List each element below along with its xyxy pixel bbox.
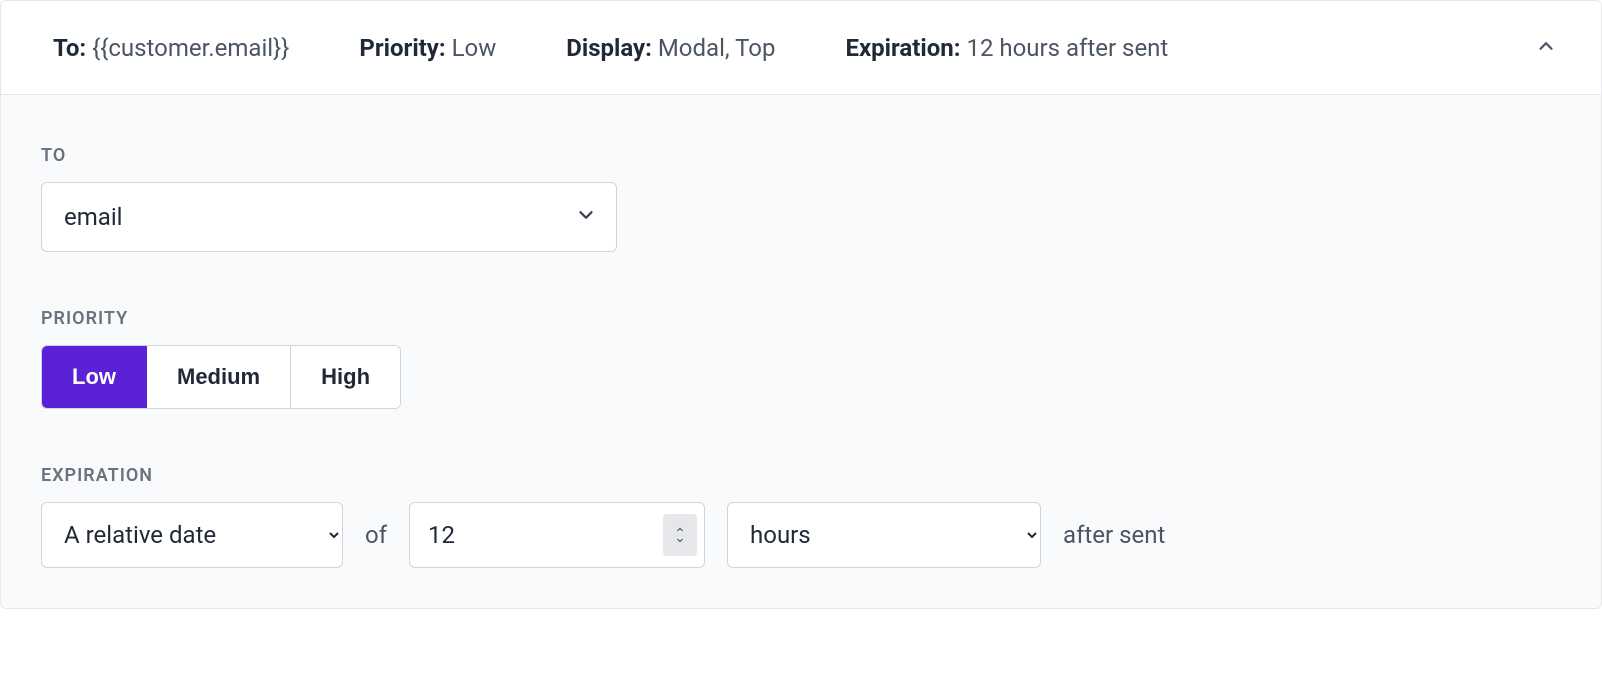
expiration-amount-wrap	[409, 502, 705, 568]
priority-option-medium[interactable]: Medium	[147, 346, 291, 408]
chevron-up-icon	[1535, 35, 1557, 60]
summary-display: Display: Modal, Top	[566, 34, 775, 62]
priority-segmented-control: Low Medium High	[41, 345, 401, 409]
expiration-type-select[interactable]: A relative date	[41, 502, 343, 568]
summary-to-value: {{customer.email}}	[92, 34, 289, 62]
to-select-value: email	[64, 203, 123, 231]
summary-priority: Priority: Low	[359, 34, 496, 62]
expiration-suffix-text: after sent	[1063, 521, 1165, 549]
priority-field-group: PRIORITY Low Medium High	[41, 308, 1561, 409]
summary-display-label: Display:	[566, 34, 652, 62]
summary-priority-label: Priority:	[359, 34, 445, 62]
expiration-label: EXPIRATION	[41, 465, 1561, 486]
expiration-field-group: EXPIRATION A relative date of hours afte…	[41, 465, 1561, 568]
summary-expiration-value: 12 hours after sent	[966, 34, 1168, 62]
to-select[interactable]: email	[41, 182, 617, 252]
summary-to-label: To:	[53, 34, 86, 62]
message-config-panel: To: {{customer.email}} Priority: Low Dis…	[0, 0, 1602, 609]
config-body: TO email PRIORITY Low Medium High EXPIRA…	[1, 95, 1601, 608]
summary-to: To: {{customer.email}}	[53, 34, 289, 62]
to-field-group: TO email	[41, 145, 1561, 252]
summary-expiration-label: Expiration:	[845, 34, 960, 62]
to-label: TO	[41, 145, 1561, 166]
expiration-unit-select[interactable]: hours	[727, 502, 1041, 568]
expiration-row: A relative date of hours after sent	[41, 502, 1561, 568]
expiration-of-text: of	[365, 521, 387, 549]
summary-display-value: Modal, Top	[658, 34, 776, 62]
priority-option-high[interactable]: High	[291, 346, 400, 408]
collapse-toggle[interactable]	[1529, 29, 1563, 66]
summary-priority-value: Low	[452, 34, 497, 62]
summary-header[interactable]: To: {{customer.email}} Priority: Low Dis…	[1, 1, 1601, 95]
summary-expiration: Expiration: 12 hours after sent	[845, 34, 1168, 62]
priority-option-low[interactable]: Low	[42, 346, 147, 408]
to-select-wrap: email	[41, 182, 617, 252]
priority-label: PRIORITY	[41, 308, 1561, 329]
expiration-amount-input[interactable]	[409, 502, 705, 568]
